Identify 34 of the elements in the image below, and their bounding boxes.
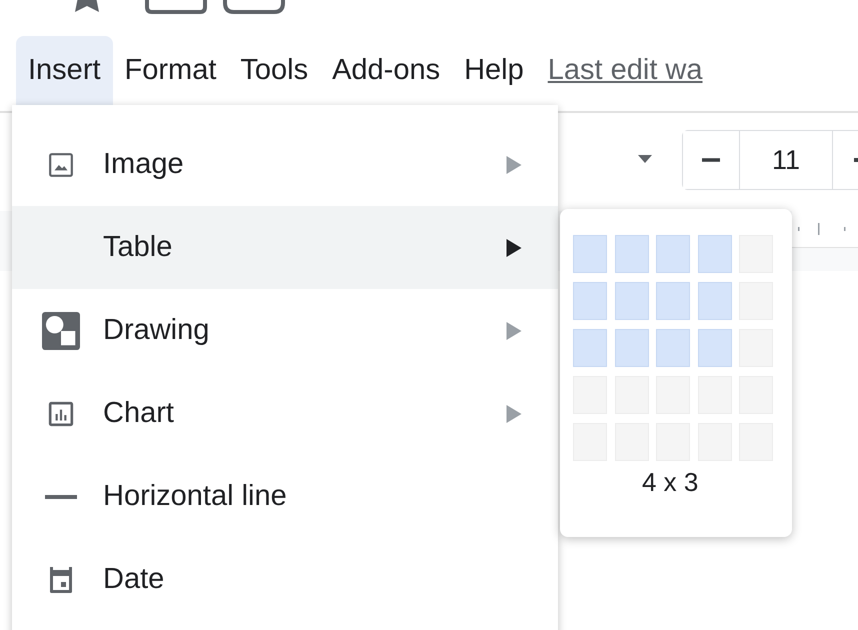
bar-chart-icon (48, 400, 74, 426)
decrease-font-size-button[interactable] (683, 131, 740, 189)
image-icon (48, 152, 74, 178)
star-icon[interactable] (72, 0, 102, 12)
grid-cell[interactable] (698, 282, 732, 320)
grid-cell[interactable] (573, 282, 607, 320)
grid-cell[interactable] (573, 329, 607, 367)
grid-cell[interactable] (614, 235, 648, 273)
menu-item[interactable]: Horizontal line (12, 455, 558, 538)
grid-cell[interactable] (656, 282, 690, 320)
menu-item[interactable]: Chart (12, 372, 558, 455)
table-size-label: 4 x 3 (642, 467, 698, 498)
shapes-icon (42, 312, 80, 350)
menu-bar-item[interactable]: Help (452, 36, 536, 105)
grid-cell[interactable] (656, 235, 690, 273)
dropdown-caret-icon[interactable] (638, 155, 652, 163)
grid-cell[interactable] (698, 329, 732, 367)
menu-bar-item[interactable]: Insert (16, 36, 113, 105)
menu-item[interactable]: Table (12, 206, 558, 289)
grid-cell[interactable] (656, 329, 690, 367)
menu-item[interactable]: Date (12, 538, 558, 621)
last-edit-link[interactable]: Last edit wa (548, 54, 703, 87)
menu-item[interactable]: Image (12, 123, 558, 206)
grid-cell[interactable] (614, 282, 648, 320)
font-size-value[interactable]: 11 (740, 131, 833, 189)
menu-bar-item[interactable]: Tools (228, 36, 320, 105)
menu-item[interactable]: Drawing (12, 289, 558, 372)
calendar-icon (48, 566, 74, 592)
menu-bar-item[interactable]: Add-ons (320, 36, 452, 105)
minus-icon (702, 158, 720, 162)
menu-bar-item[interactable]: Format (112, 36, 228, 105)
grid-cell[interactable] (614, 329, 648, 367)
grid-cell[interactable] (698, 235, 732, 273)
grid-cell[interactable] (573, 235, 607, 273)
